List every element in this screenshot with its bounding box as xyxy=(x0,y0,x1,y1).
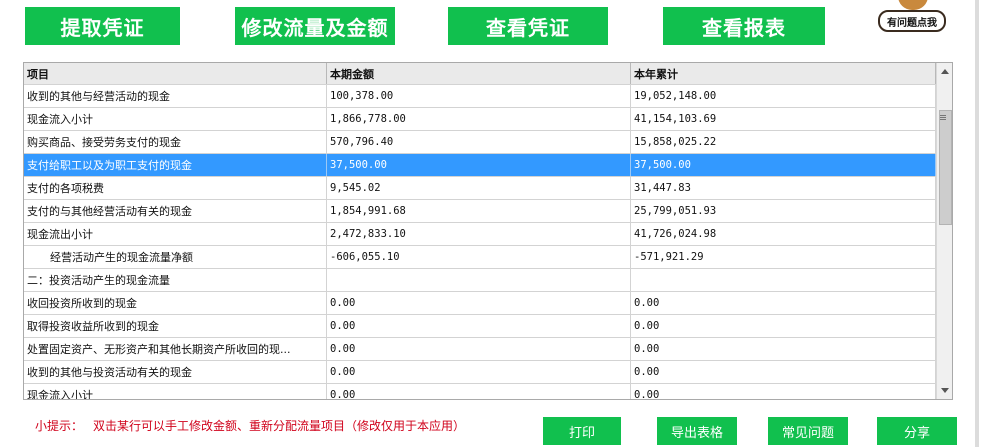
row-item: 收到的其他与投资活动有关的现金 xyxy=(24,361,327,383)
row-ytd: 0.00 xyxy=(631,315,936,337)
table-row[interactable]: 收到的其他与投资活动有关的现金 0.00 0.00 xyxy=(24,361,936,384)
faq-button[interactable]: 常见问题 xyxy=(768,417,848,445)
print-button[interactable]: 打印 xyxy=(543,417,621,445)
table-row[interactable]: 现金流入小计 1,866,778.00 41,154,103.69 xyxy=(24,108,936,131)
row-current: 9,545.02 xyxy=(327,177,631,199)
row-item: 收回投资所收到的现金 xyxy=(24,292,327,314)
help-button[interactable]: 有问题点我 xyxy=(878,0,946,34)
table-row[interactable]: 现金流入小计 0.00 0.00 xyxy=(24,384,936,399)
scroll-down-icon[interactable] xyxy=(941,388,949,393)
column-header-current[interactable]: 本期金额 xyxy=(327,63,631,84)
row-current: 0.00 xyxy=(327,292,631,314)
row-item: 支付给职工以及为职工支付的现金 xyxy=(24,154,327,176)
scroll-thumb[interactable] xyxy=(939,110,952,225)
tip-text: 双击某行可以手工修改金额、重新分配流量项目（修改仅用于本应用） xyxy=(93,419,466,433)
row-current: 37,500.00 xyxy=(327,154,631,176)
table-row[interactable]: 二：投资活动产生的现金流量 xyxy=(24,269,936,292)
mascot-icon xyxy=(898,0,928,10)
scroll-up-icon[interactable] xyxy=(941,69,949,74)
row-ytd: 0.00 xyxy=(631,292,936,314)
row-item: 现金流入小计 xyxy=(24,384,327,399)
table-row-selected[interactable]: 支付给职工以及为职工支付的现金 37,500.00 37,500.00 xyxy=(24,154,936,177)
column-header-item[interactable]: 项目 xyxy=(24,63,327,84)
help-label: 有问题点我 xyxy=(878,10,946,32)
table-row[interactable]: 经营活动产生的现金流量净额 -606,055.10 -571,921.29 xyxy=(24,246,936,269)
row-item: 二：投资活动产生的现金流量 xyxy=(24,269,327,291)
row-ytd: 41,726,024.98 xyxy=(631,223,936,245)
row-item: 收到的其他与经营活动的现金 xyxy=(24,85,327,107)
row-ytd xyxy=(631,269,936,291)
row-item: 支付的与其他经营活动有关的现金 xyxy=(24,200,327,222)
row-current: 0.00 xyxy=(327,338,631,360)
share-button[interactable]: 分享 xyxy=(877,417,957,445)
row-item: 经营活动产生的现金流量净额 xyxy=(24,246,327,268)
table-row[interactable]: 现金流出小计 2,472,833.10 41,726,024.98 xyxy=(24,223,936,246)
row-current: 100,378.00 xyxy=(327,85,631,107)
row-ytd: 41,154,103.69 xyxy=(631,108,936,130)
table-row[interactable]: 支付的与其他经营活动有关的现金 1,854,991.68 25,799,051.… xyxy=(24,200,936,223)
row-current xyxy=(327,269,631,291)
table-row[interactable]: 购买商品、接受劳务支付的现金 570,796.40 15,858,025.22 xyxy=(24,131,936,154)
row-item: 处置固定资产、无形资产和其他长期资产所收回的现... xyxy=(24,338,327,360)
row-current: 0.00 xyxy=(327,384,631,399)
row-current: 570,796.40 xyxy=(327,131,631,153)
row-item: 现金流出小计 xyxy=(24,223,327,245)
row-item: 现金流入小计 xyxy=(24,108,327,130)
row-item: 购买商品、接受劳务支付的现金 xyxy=(24,131,327,153)
row-ytd: 15,858,025.22 xyxy=(631,131,936,153)
table-scrollbar[interactable] xyxy=(936,63,952,399)
cash-flow-table: 项目 本期金额 本年累计 收到的其他与经营活动的现金 100,378.00 19… xyxy=(23,62,953,400)
row-current: 0.00 xyxy=(327,361,631,383)
row-ytd: 19,052,148.00 xyxy=(631,85,936,107)
row-ytd: 0.00 xyxy=(631,361,936,383)
row-ytd: -571,921.29 xyxy=(631,246,936,268)
row-ytd: 25,799,051.93 xyxy=(631,200,936,222)
tip-label: 小提示： xyxy=(35,419,84,433)
row-current: -606,055.10 xyxy=(327,246,631,268)
table-header: 项目 本期金额 本年累计 xyxy=(24,63,936,85)
window-scrollbar[interactable] xyxy=(975,0,979,447)
row-ytd: 0.00 xyxy=(631,384,936,399)
view-voucher-button[interactable]: 查看凭证 xyxy=(448,7,608,45)
row-item: 支付的各项税费 xyxy=(24,177,327,199)
row-current: 1,866,778.00 xyxy=(327,108,631,130)
column-header-ytd[interactable]: 本年累计 xyxy=(631,63,936,84)
modify-flow-amount-button[interactable]: 修改流量及金额 xyxy=(235,7,395,45)
table-row[interactable]: 收到的其他与经营活动的现金 100,378.00 19,052,148.00 xyxy=(24,85,936,108)
row-item: 取得投资收益所收到的现金 xyxy=(24,315,327,337)
view-report-button[interactable]: 查看报表 xyxy=(663,7,825,45)
row-current: 0.00 xyxy=(327,315,631,337)
row-ytd: 0.00 xyxy=(631,338,936,360)
extract-voucher-button[interactable]: 提取凭证 xyxy=(25,7,180,45)
grip-icon xyxy=(940,115,946,116)
row-ytd: 37,500.00 xyxy=(631,154,936,176)
export-table-button[interactable]: 导出表格 xyxy=(657,417,737,445)
row-current: 1,854,991.68 xyxy=(327,200,631,222)
table-row[interactable]: 处置固定资产、无形资产和其他长期资产所收回的现... 0.00 0.00 xyxy=(24,338,936,361)
table-row[interactable]: 收回投资所收到的现金 0.00 0.00 xyxy=(24,292,936,315)
table-row[interactable]: 支付的各项税费 9,545.02 31,447.83 xyxy=(24,177,936,200)
row-current: 2,472,833.10 xyxy=(327,223,631,245)
table-row[interactable]: 取得投资收益所收到的现金 0.00 0.00 xyxy=(24,315,936,338)
row-ytd: 31,447.83 xyxy=(631,177,936,199)
